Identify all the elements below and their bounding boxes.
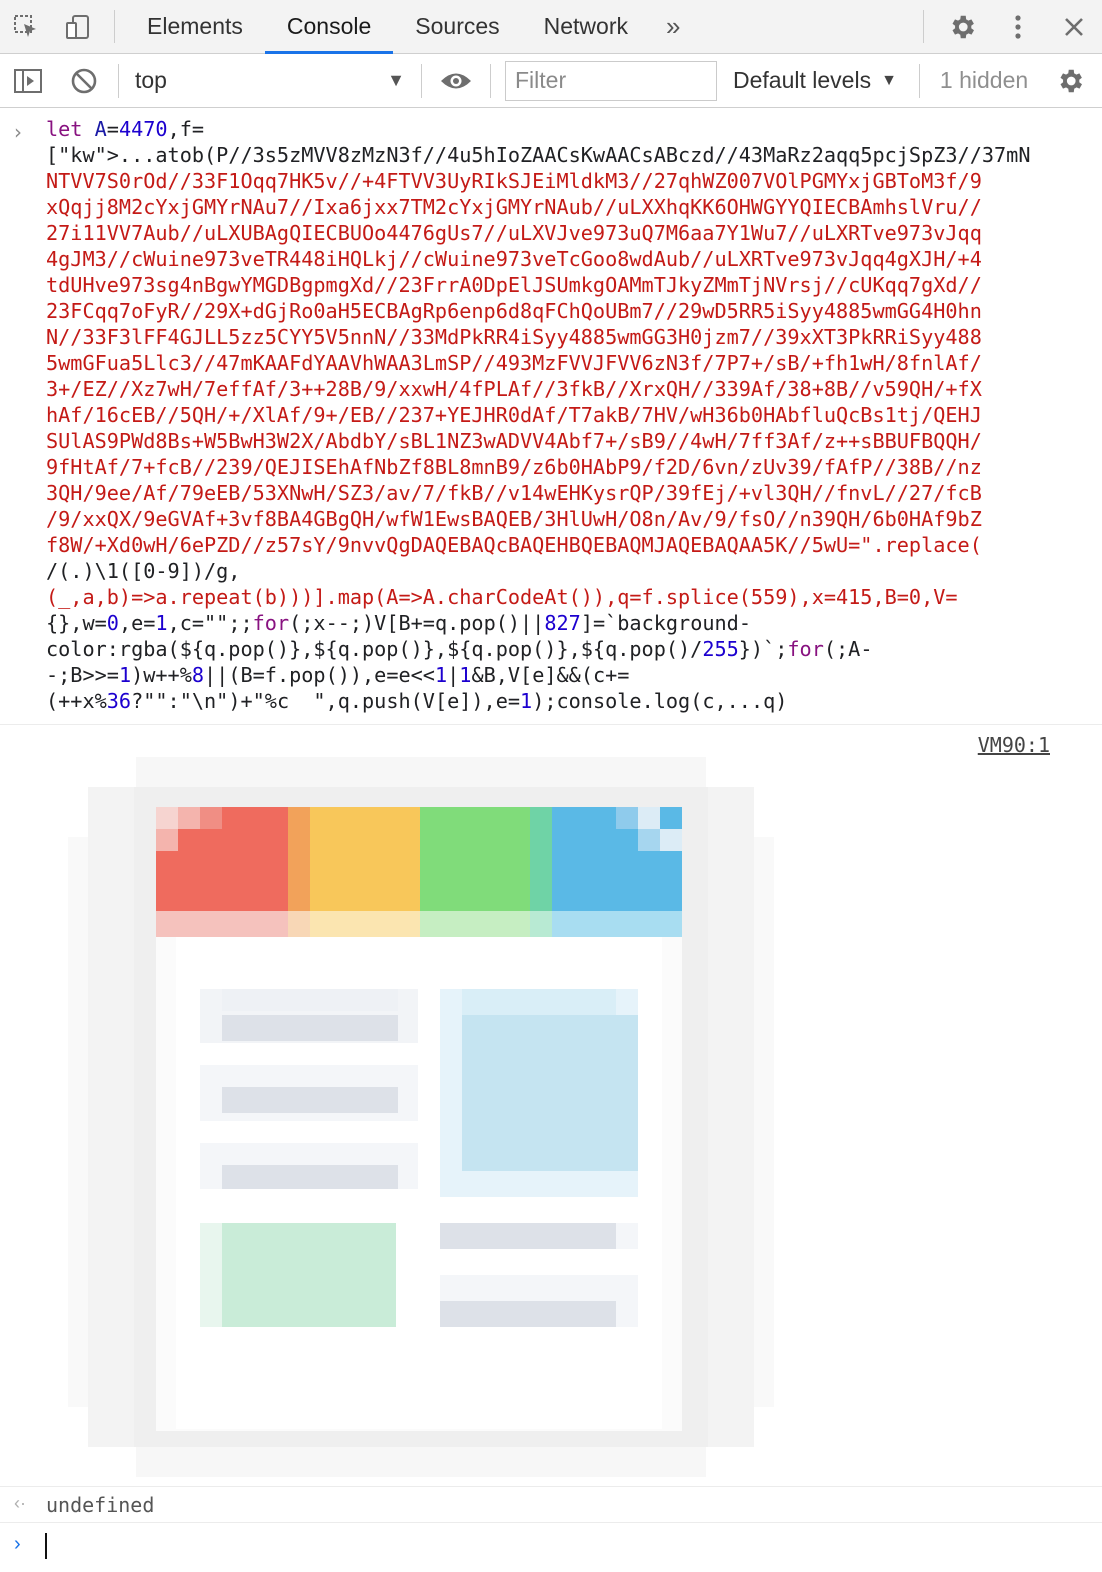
toolbar-divider [421, 63, 422, 98]
tab-elements[interactable]: Elements [125, 0, 265, 53]
context-selector[interactable]: top ▼ [125, 61, 415, 101]
show-sidebar-icon[interactable] [0, 68, 56, 94]
toolbar-divider [918, 63, 920, 98]
tab-label: Elements [147, 13, 243, 39]
toolbar-divider [923, 10, 924, 43]
pixel-art-output [68, 757, 774, 1477]
console-input-entry[interactable]: › let A=4470,f= ["kw">...atob(P//3s5zMVV… [0, 108, 1102, 725]
context-value: top [135, 67, 167, 93]
tab-sources[interactable]: Sources [393, 0, 521, 53]
filter-input[interactable] [505, 60, 717, 101]
toolbar-divider [114, 10, 115, 43]
clear-console-icon[interactable] [56, 67, 112, 95]
tab-console[interactable]: Console [264, 0, 394, 54]
device-toolbar-icon[interactable] [52, 0, 104, 53]
executed-code: let A=4470,f= ["kw">...atob(P//3s5zMVV8z… [46, 117, 1031, 713]
log-levels-dropdown[interactable]: Default levels ▼ [717, 67, 913, 94]
console-toolbar: top ▼ Default levels ▼ 1 hidden [0, 54, 1102, 108]
console-settings-gear-icon[interactable] [1042, 66, 1098, 96]
more-tabs-icon[interactable]: » [650, 0, 696, 53]
dropdown-caret-icon: ▼ [881, 71, 897, 89]
prompt-chevron-icon: › [14, 1533, 21, 1555]
devtools-tabbar: Elements Console Sources Network » [0, 0, 1102, 54]
result-arrow-icon: ‹· [14, 1493, 26, 1513]
toolbar-divider [118, 63, 119, 98]
live-expression-eye-icon[interactable] [428, 70, 484, 92]
source-link[interactable]: VM90:1 [978, 733, 1050, 757]
kebab-menu-icon[interactable] [990, 0, 1046, 53]
console-prompt[interactable]: › [0, 1523, 1102, 1567]
input-chevron-icon: › [14, 120, 22, 144]
hidden-messages-count: 1 hidden [939, 67, 1029, 93]
tab-network[interactable]: Network [522, 0, 650, 53]
text-cursor [45, 1533, 47, 1559]
tab-label: Sources [415, 13, 500, 39]
inspect-element-icon[interactable] [0, 0, 52, 53]
tab-label: Console [286, 13, 372, 39]
console-messages: › let A=4470,f= ["kw">...atob(P//3s5zMVV… [0, 108, 1102, 1567]
console-result-entry: ‹· undefined [0, 1487, 1102, 1523]
log-levels-label: Default levels [733, 67, 872, 93]
console-log-entry: VM90:1 [0, 725, 1102, 1487]
toolbar-divider [490, 63, 491, 98]
tab-label: Network [543, 13, 628, 39]
result-value: undefined [46, 1493, 155, 1517]
dropdown-caret-icon: ▼ [387, 70, 405, 90]
settings-gear-icon[interactable] [934, 0, 990, 53]
close-icon[interactable] [1046, 0, 1102, 53]
